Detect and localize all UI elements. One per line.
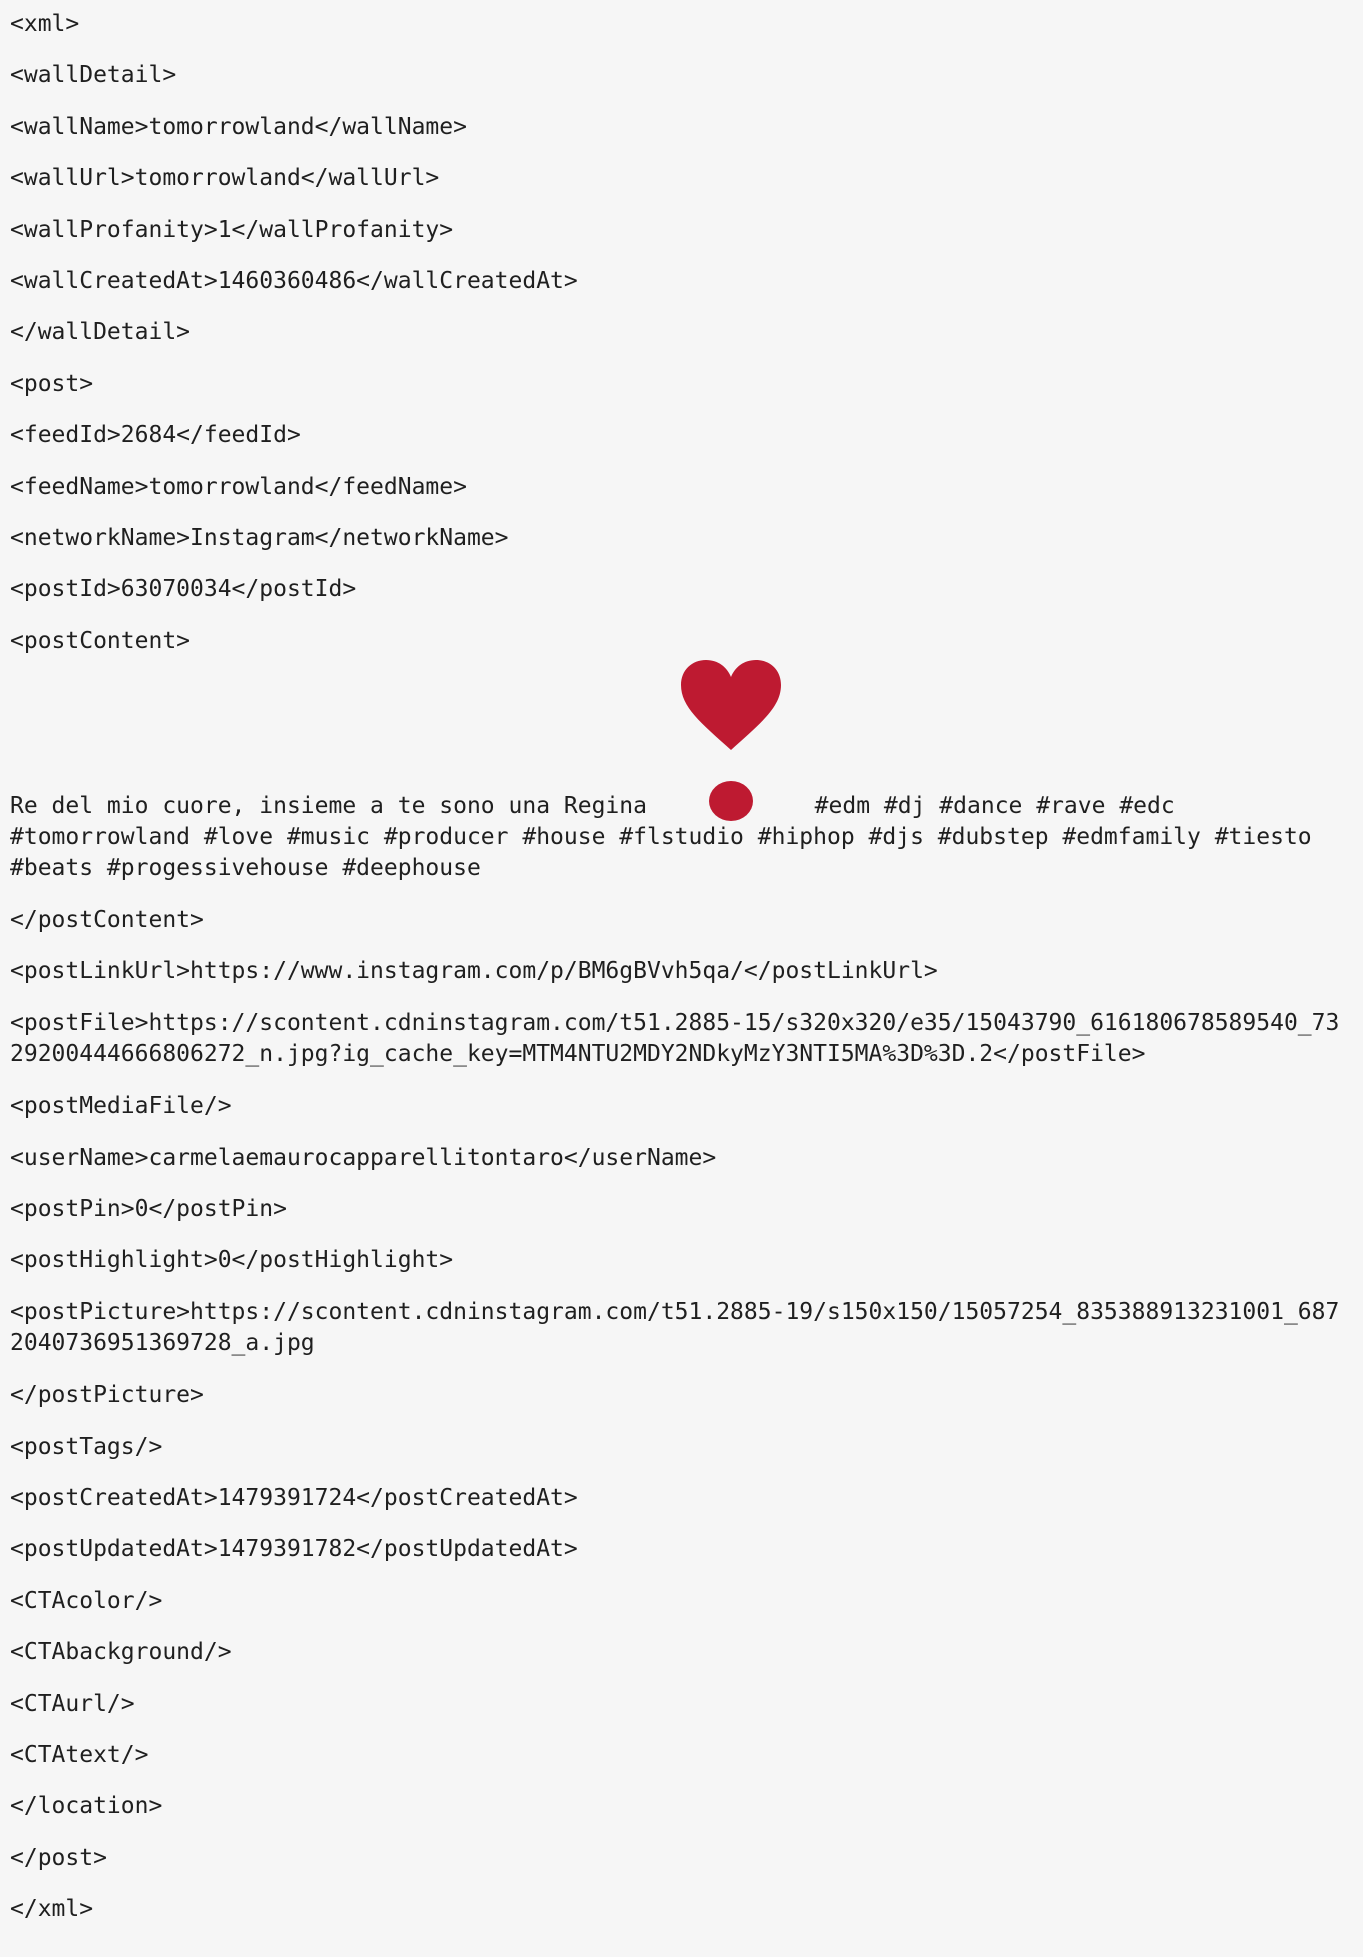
xml-close-tag: </xml>	[10, 1896, 94, 1923]
post-link-url-line: <postLinkUrl>https://www.instagram.com/p…	[10, 958, 938, 985]
post-updated-at-line: <postUpdatedAt>1479391782</postUpdatedAt…	[10, 1536, 578, 1563]
post-created-at-line: <postCreatedAt>1479391724</postCreatedAt…	[10, 1484, 578, 1511]
heavy-heart-exclamation-icon	[661, 659, 801, 822]
post-highlight-line: <postHighlight>0</postHighlight>	[10, 1247, 454, 1274]
xml-document: <xml> <wallDetail> <wallName>tomorrowlan…	[0, 9, 1363, 1957]
post-file-line: <postFile>https://scontent.cdninstagram.…	[10, 1009, 1340, 1067]
post-content-text: Re del mio cuore, insieme a te sono una …	[10, 659, 1353, 884]
network-name-line: <networkName>Instagram</networkName>	[10, 524, 509, 551]
post-content-text-before: Re del mio cuore, insieme a te sono una …	[10, 792, 661, 819]
post-content-close-tag: </postContent>	[10, 907, 204, 934]
post-close-tag: </post>	[10, 1844, 107, 1871]
wall-created-at-line: <wallCreatedAt>1460360486</wallCreatedAt…	[10, 267, 578, 294]
post-pin-line: <postPin>0</postPin>	[10, 1196, 287, 1223]
feed-name-line: <feedName>tomorrowland</feedName>	[10, 473, 467, 500]
wall-url-line: <wallUrl>tomorrowland</wallUrl>	[10, 165, 440, 192]
user-name-line: <userName>carmelaemaurocapparellitontaro…	[10, 1144, 717, 1171]
cta-background-line: <CTAbackground/>	[10, 1639, 232, 1666]
post-tags-line: <postTags/>	[10, 1433, 163, 1460]
feed-id-line: <feedId>2684</feedId>	[10, 422, 301, 449]
post-id-line: <postId>63070034</postId>	[10, 576, 357, 603]
post-open-tag: <post>	[10, 370, 94, 397]
wall-detail-open-tag: <wallDetail>	[10, 62, 177, 89]
post-picture-line: <postPicture>https://scontent.cdninstagr…	[10, 1298, 1340, 1356]
wall-name-line: <wallName>tomorrowland</wallName>	[10, 113, 467, 140]
location-close-tag: </location>	[10, 1793, 163, 1820]
cta-color-line: <CTAcolor/>	[10, 1587, 163, 1614]
post-content-open-tag: <postContent>	[10, 627, 191, 654]
post-picture-close-tag: </postPicture>	[10, 1382, 204, 1409]
wall-profanity-line: <wallProfanity>1</wallProfanity>	[10, 216, 454, 243]
wall-detail-close-tag: </wallDetail>	[10, 319, 191, 346]
post-media-file-line: <postMediaFile/>	[10, 1093, 232, 1120]
xml-open-tag: <xml>	[10, 11, 80, 37]
cta-text-line: <CTAtext/>	[10, 1741, 149, 1768]
cta-url-line: <CTAurl/>	[10, 1690, 135, 1717]
